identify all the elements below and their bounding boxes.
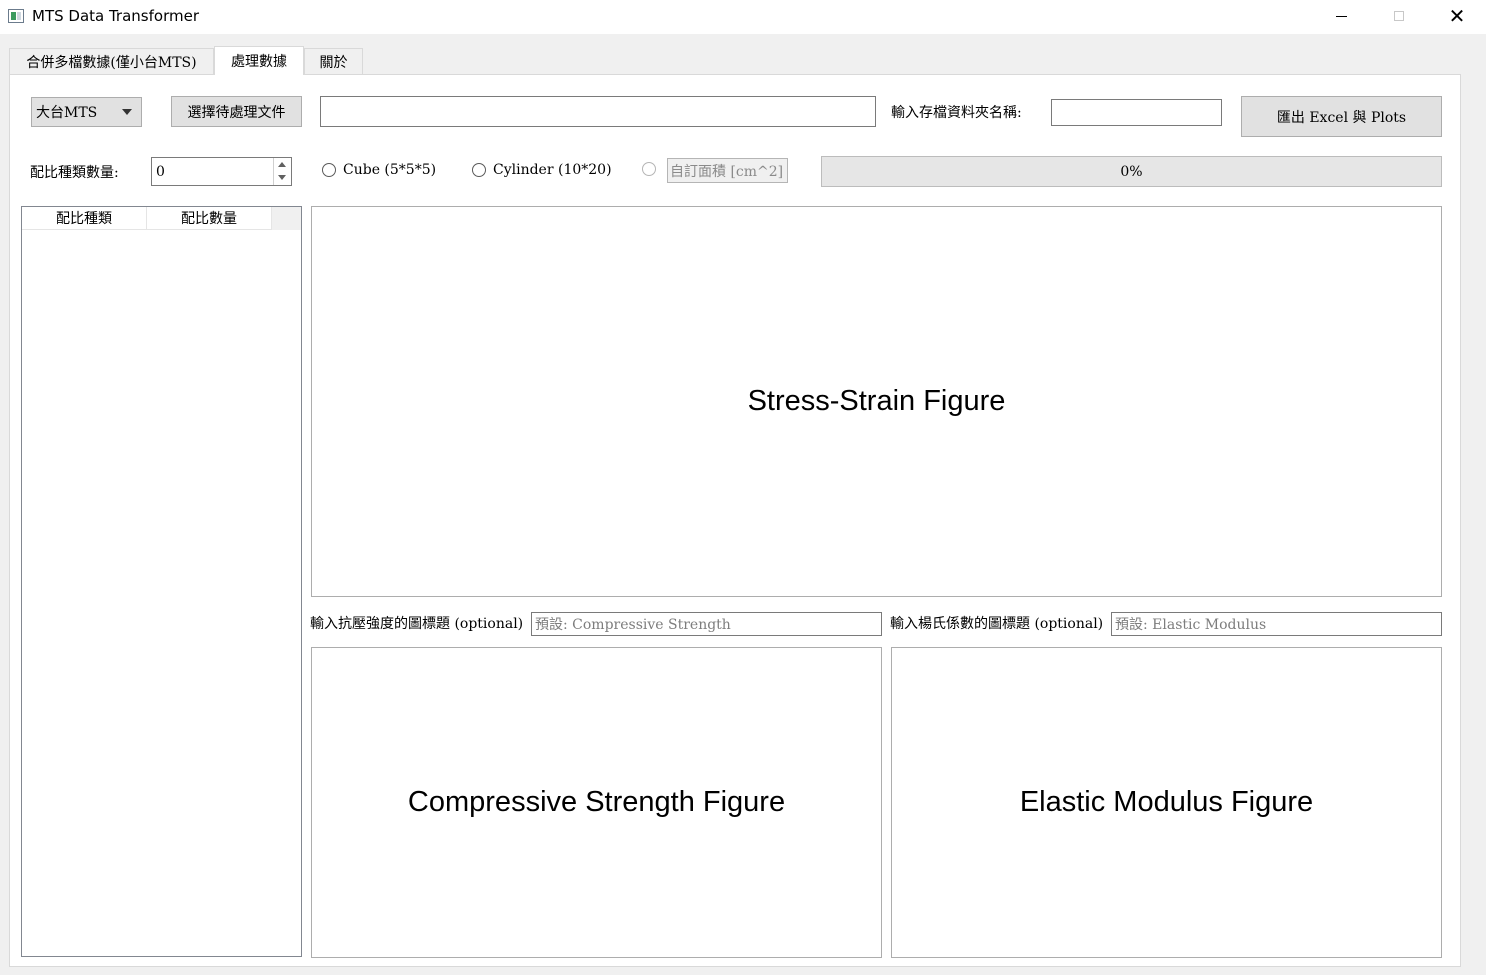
window-title: MTS Data Transformer xyxy=(32,7,199,25)
compressive-strength-figure-label: Compressive Strength Figure xyxy=(407,786,786,818)
spin-down-icon[interactable] xyxy=(278,175,286,180)
radio-circle-icon xyxy=(322,163,336,177)
machine-select[interactable]: 大台MTS xyxy=(31,97,142,127)
file-path-field[interactable] xyxy=(320,96,876,127)
header-filler xyxy=(272,207,301,230)
radio-cube[interactable]: Cube (5*5*5) xyxy=(322,162,436,178)
stress-strain-figure: Stress-Strain Figure xyxy=(311,206,1442,597)
compressive-title-label: 輸入抗壓強度的圖標題 (optional) xyxy=(310,616,524,632)
radio-custom-area[interactable] xyxy=(642,162,663,176)
radio-cylinder[interactable]: Cylinder (10*20) xyxy=(472,162,612,178)
radio-cylinder-label: Cylinder (10*20) xyxy=(493,162,612,178)
folder-name-label: 輸入存檔資料夾名稱: xyxy=(891,105,1022,121)
progress-text: 0% xyxy=(1120,163,1143,180)
column-header-mix-type[interactable]: 配比種類 xyxy=(22,207,147,230)
folder-name-input[interactable] xyxy=(1051,99,1222,126)
elastic-title-input[interactable]: 預設: Elastic Modulus xyxy=(1111,612,1442,636)
radio-circle-icon xyxy=(472,163,486,177)
close-button[interactable]: ✕ xyxy=(1428,0,1486,32)
minimize-icon xyxy=(1335,15,1347,17)
tab-merge-files[interactable]: 合併多檔數據(僅小台MTS) xyxy=(9,48,214,74)
spin-buttons[interactable] xyxy=(273,158,291,185)
export-excel-plots-button[interactable]: 匯出 Excel 與 Plots xyxy=(1241,96,1442,137)
mix-count-spinbox[interactable]: 0 xyxy=(151,157,292,186)
select-file-button[interactable]: 選擇待處理文件 xyxy=(171,96,302,127)
close-icon: ✕ xyxy=(1448,4,1466,28)
tab-process-data[interactable]: 處理數據 xyxy=(214,46,304,75)
tab-about[interactable]: 關於 xyxy=(304,48,363,74)
maximize-button[interactable] xyxy=(1370,0,1428,32)
machine-select-value: 大台MTS xyxy=(36,105,98,121)
mix-table[interactable]: 配比種類 配比數量 xyxy=(21,206,302,957)
minimize-button[interactable] xyxy=(1312,0,1370,32)
radio-circle-icon xyxy=(642,162,656,176)
custom-area-input: 自訂面積 [cm^2] xyxy=(667,158,788,183)
progress-bar: 0% xyxy=(821,156,1442,187)
mix-count-label: 配比種類數量: xyxy=(30,165,119,181)
stress-strain-figure-label: Stress-Strain Figure xyxy=(747,385,1006,417)
mix-count-value: 0 xyxy=(156,164,165,180)
elastic-modulus-figure: Elastic Modulus Figure xyxy=(891,647,1442,958)
elastic-modulus-figure-label: Elastic Modulus Figure xyxy=(1019,786,1314,818)
app-table-icon xyxy=(8,9,24,23)
compressive-strength-figure: Compressive Strength Figure xyxy=(311,647,882,958)
chevron-down-icon xyxy=(122,109,132,115)
spin-up-icon[interactable] xyxy=(278,162,286,167)
compressive-title-input[interactable]: 預設: Compressive Strength xyxy=(531,612,882,636)
column-header-mix-count[interactable]: 配比數量 xyxy=(147,207,272,230)
radio-cube-label: Cube (5*5*5) xyxy=(343,162,437,178)
maximize-icon xyxy=(1394,11,1404,21)
title-bar: MTS Data Transformer ✕ xyxy=(0,0,1486,34)
elastic-title-label: 輸入楊氏係數的圖標題 (optional) xyxy=(890,616,1104,632)
